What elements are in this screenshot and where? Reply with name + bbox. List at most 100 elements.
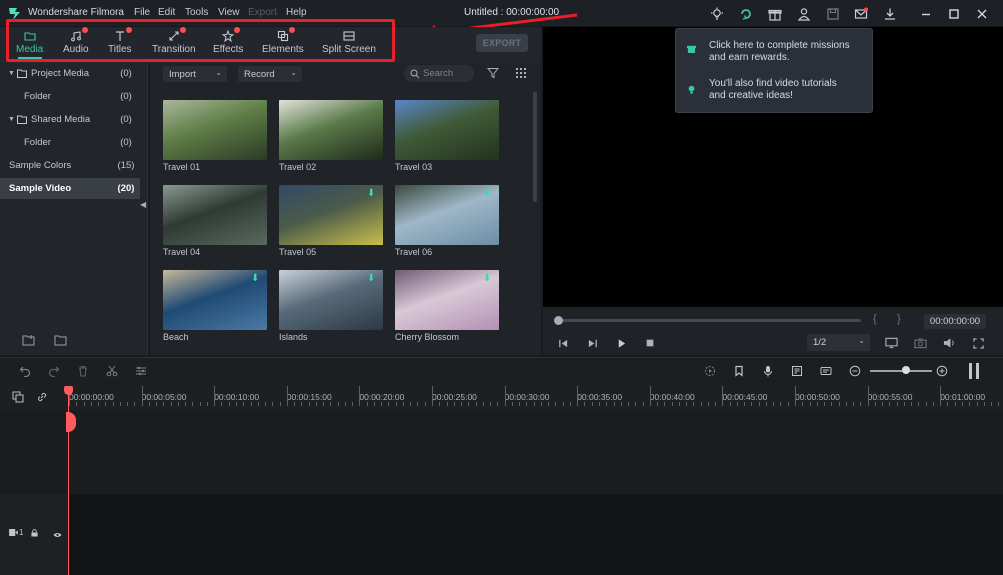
media-thumbnail[interactable] bbox=[163, 100, 267, 160]
download-icon[interactable]: ⬇ bbox=[251, 274, 261, 284]
preview-quality-dropdown[interactable]: 1/2 ⌄ bbox=[807, 334, 870, 351]
eye-icon[interactable] bbox=[53, 529, 62, 541]
expand-arrow-icon[interactable]: ▼ bbox=[8, 70, 17, 77]
sidebar-item-shared-media[interactable]: ▼ Shared Media (0) bbox=[0, 109, 140, 130]
menu-help[interactable]: Help bbox=[286, 7, 307, 18]
pause-panel-icon[interactable] bbox=[968, 362, 980, 380]
sidebar-item-sample-video[interactable]: Sample Video (20) bbox=[0, 178, 140, 199]
download-icon[interactable]: ⬇ bbox=[483, 189, 493, 199]
close-icon[interactable] bbox=[974, 6, 990, 22]
add-track-icon[interactable] bbox=[12, 391, 25, 403]
media-thumbnail[interactable]: ⬇ bbox=[279, 185, 383, 245]
media-thumbnail[interactable]: ⬇ bbox=[279, 270, 383, 330]
zoom-out-icon[interactable] bbox=[848, 364, 862, 378]
ruler-tick-mark bbox=[337, 402, 339, 406]
media-thumbnail[interactable]: ⬇ bbox=[163, 270, 267, 330]
ruler-tick-label: 00:00:50:00 bbox=[795, 392, 840, 402]
gift-icon[interactable] bbox=[767, 6, 783, 22]
mark-in-icon[interactable]: { bbox=[873, 313, 877, 325]
account-icon[interactable] bbox=[796, 6, 812, 22]
undo-icon[interactable] bbox=[18, 364, 32, 378]
sidebar-item-count: (0) bbox=[120, 137, 132, 148]
save-icon[interactable] bbox=[825, 6, 841, 22]
snapshot-icon[interactable] bbox=[913, 336, 927, 350]
menu-tools[interactable]: Tools bbox=[185, 7, 208, 18]
stop-icon[interactable] bbox=[643, 336, 657, 350]
grid-view-icon[interactable] bbox=[515, 67, 527, 79]
media-thumbnail[interactable] bbox=[279, 100, 383, 160]
folder-icon[interactable] bbox=[54, 334, 68, 346]
ruler-tick-mark bbox=[105, 402, 107, 406]
media-thumbnail[interactable]: ⬇ bbox=[395, 270, 499, 330]
menu-edit[interactable]: Edit bbox=[158, 7, 175, 18]
volume-icon[interactable] bbox=[942, 336, 956, 350]
cut-icon[interactable] bbox=[105, 364, 119, 378]
play-icon[interactable] bbox=[614, 336, 628, 350]
preview-progress-knob[interactable] bbox=[554, 316, 563, 325]
link-icon[interactable] bbox=[36, 391, 48, 403]
record-dropdown[interactable]: Record ⌄ bbox=[238, 66, 302, 82]
media-thumbnail[interactable] bbox=[163, 185, 267, 245]
zoom-in-icon[interactable] bbox=[935, 364, 949, 378]
bulb-icon bbox=[687, 85, 696, 97]
zoom-slider-track[interactable] bbox=[870, 370, 932, 372]
media-thumbnail[interactable] bbox=[395, 100, 499, 160]
browser-scrollbar[interactable] bbox=[533, 92, 537, 202]
menu-view[interactable]: View bbox=[218, 7, 240, 18]
zoom-slider-knob[interactable] bbox=[902, 366, 910, 374]
export-button[interactable]: EXPORT bbox=[476, 34, 528, 52]
ruler-tick-mark bbox=[976, 402, 978, 406]
next-frame-icon[interactable] bbox=[585, 336, 599, 350]
redo-icon[interactable] bbox=[47, 364, 61, 378]
ruler-tick-mark bbox=[795, 386, 796, 406]
ruler-tick-mark bbox=[90, 402, 92, 406]
download-icon[interactable]: ⬇ bbox=[367, 274, 377, 284]
timeline-empty-area[interactable] bbox=[0, 410, 1003, 494]
maximize-icon[interactable] bbox=[946, 6, 962, 22]
sidebar-item-project-folder[interactable]: Folder (0) bbox=[0, 86, 140, 107]
adjust-icon[interactable] bbox=[134, 364, 148, 378]
sidebar-item-project-media[interactable]: ▼ Project Media (0) bbox=[0, 63, 140, 84]
menu-export[interactable]: Export bbox=[248, 7, 277, 18]
ruler-tick-mark bbox=[613, 402, 615, 406]
audio-mixer-icon[interactable] bbox=[790, 364, 804, 378]
ruler-tick-mark bbox=[824, 402, 826, 406]
video-track-lane[interactable] bbox=[68, 494, 1003, 575]
download-icon[interactable]: ⬇ bbox=[483, 274, 493, 284]
media-label: Islands bbox=[279, 332, 308, 342]
sidebar-item-shared-folder[interactable]: Folder (0) bbox=[0, 132, 140, 153]
ruler-tick-mark bbox=[388, 402, 390, 406]
menu-file[interactable]: File bbox=[134, 7, 150, 18]
mark-out-icon[interactable]: } bbox=[897, 313, 901, 325]
bulb-icon[interactable] bbox=[709, 6, 725, 22]
expand-arrow-icon[interactable]: ▼ bbox=[8, 116, 17, 123]
sidebar-item-sample-colors[interactable]: Sample Colors (15) bbox=[0, 155, 140, 176]
ruler-tick-mark bbox=[112, 402, 114, 406]
download-icon[interactable] bbox=[882, 6, 898, 22]
previous-frame-icon[interactable] bbox=[556, 336, 570, 350]
search-input[interactable]: Search bbox=[404, 65, 474, 82]
ruler-tick-mark bbox=[395, 402, 397, 406]
collapse-sidebar-icon[interactable]: ◀ bbox=[140, 200, 148, 214]
ruler-tick-mark bbox=[649, 386, 651, 406]
import-dropdown[interactable]: Import ⌄ bbox=[163, 66, 227, 82]
subtitle-icon[interactable] bbox=[819, 364, 833, 378]
delete-icon[interactable] bbox=[76, 364, 90, 378]
download-icon[interactable]: ⬇ bbox=[367, 189, 377, 199]
media-thumbnail[interactable]: ⬇ bbox=[395, 185, 499, 245]
playhead-handle[interactable] bbox=[64, 386, 73, 395]
display-settings-icon[interactable] bbox=[884, 336, 898, 350]
lock-icon[interactable] bbox=[31, 528, 38, 540]
preview-progress-track[interactable] bbox=[556, 319, 861, 322]
marker-icon[interactable] bbox=[732, 364, 746, 378]
fullscreen-icon[interactable] bbox=[971, 336, 985, 350]
minimize-icon[interactable] bbox=[918, 6, 934, 22]
mail-icon[interactable] bbox=[853, 6, 869, 22]
ruler-tick-mark bbox=[177, 402, 179, 406]
sync-icon[interactable] bbox=[738, 6, 754, 22]
new-folder-icon[interactable] bbox=[22, 334, 36, 346]
render-preview-icon[interactable] bbox=[703, 364, 717, 378]
filter-icon[interactable] bbox=[486, 67, 500, 79]
missions-tooltip[interactable]: Click here to complete missions and earn… bbox=[675, 28, 873, 113]
voiceover-icon[interactable] bbox=[761, 364, 775, 378]
